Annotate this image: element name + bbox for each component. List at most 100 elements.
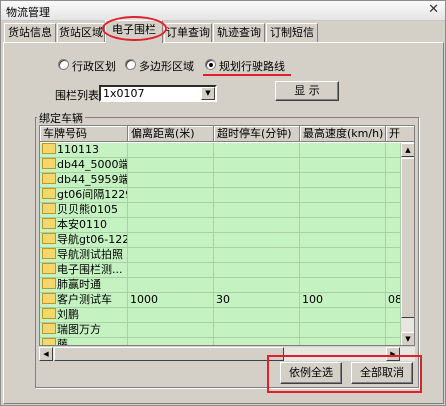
- tab-station-area[interactable]: 货站区域: [57, 23, 105, 42]
- plate-cell[interactable]: 刘鹏: [40, 308, 128, 323]
- table-cell[interactable]: [300, 218, 386, 233]
- table-cell[interactable]: [386, 278, 401, 293]
- plate-cell[interactable]: 瑞图万方: [40, 323, 128, 338]
- close-icon[interactable]: ✕: [428, 3, 439, 17]
- table-cell[interactable]: [386, 188, 401, 203]
- table-cell[interactable]: [128, 308, 214, 323]
- radio-admin-division[interactable]: [58, 59, 69, 70]
- table-cell[interactable]: [300, 173, 386, 188]
- table-cell[interactable]: [128, 203, 214, 218]
- column-header-open[interactable]: 开: [386, 126, 414, 142]
- table-cell[interactable]: [386, 308, 401, 323]
- table-row[interactable]: 藤: [40, 338, 401, 345]
- table-cell[interactable]: [214, 218, 300, 233]
- table-cell[interactable]: [300, 323, 386, 338]
- plate-cell[interactable]: 贝贝熊0105: [40, 203, 128, 218]
- scroll-up-icon[interactable]: ▲: [401, 143, 414, 157]
- table-cell[interactable]: [128, 323, 214, 338]
- table-cell[interactable]: [128, 233, 214, 248]
- table-cell[interactable]: [386, 248, 401, 263]
- table-cell[interactable]: [300, 233, 386, 248]
- plate-cell[interactable]: 导航gt06-1222: [40, 233, 128, 248]
- hscroll-thumb[interactable]: [54, 347, 284, 361]
- table-cell[interactable]: [128, 143, 214, 158]
- table-row[interactable]: 贝贝熊0105: [40, 203, 401, 218]
- plate-cell[interactable]: 导航测试拍照: [40, 248, 128, 263]
- table-cell[interactable]: [128, 263, 214, 278]
- plate-cell[interactable]: 藤: [40, 338, 128, 345]
- table-row[interactable]: 导航测试拍照: [40, 248, 401, 263]
- table-cell[interactable]: [386, 158, 401, 173]
- column-header-deviation[interactable]: 偏离距离(米): [128, 126, 214, 142]
- column-header-plate[interactable]: 车牌号码: [40, 126, 128, 142]
- table-cell[interactable]: [128, 158, 214, 173]
- table-cell[interactable]: [300, 308, 386, 323]
- table-cell[interactable]: [128, 248, 214, 263]
- radio-planned-route[interactable]: [205, 59, 216, 70]
- table-cell[interactable]: [300, 203, 386, 218]
- table-cell[interactable]: [214, 248, 300, 263]
- table-cell[interactable]: [214, 323, 300, 338]
- table-cell[interactable]: [128, 338, 214, 345]
- scroll-thumb[interactable]: [401, 158, 414, 318]
- tab-order-query[interactable]: 订单查询: [164, 23, 212, 42]
- fence-list-select[interactable]: 1x0107 ▼: [99, 85, 217, 102]
- table-cell[interactable]: [300, 263, 386, 278]
- table-cell[interactable]: [386, 203, 401, 218]
- table-cell[interactable]: [214, 188, 300, 203]
- table-cell[interactable]: [386, 338, 401, 345]
- table-row[interactable]: 刘鹏: [40, 308, 401, 323]
- table-cell[interactable]: [386, 233, 401, 248]
- table-row[interactable]: 本安0110: [40, 218, 401, 233]
- radio-polygon-area[interactable]: [125, 59, 136, 70]
- plate-cell[interactable]: gt06间隔1229: [40, 188, 128, 203]
- table-row[interactable]: db44_5000端口: [40, 158, 401, 173]
- table-cell[interactable]: [300, 248, 386, 263]
- table-cell[interactable]: [128, 218, 214, 233]
- table-cell[interactable]: [214, 158, 300, 173]
- column-header-overtime-stop[interactable]: 超时停车(分钟): [214, 126, 300, 142]
- tab-station-info[interactable]: 货站信息: [4, 23, 56, 42]
- table-cell[interactable]: [214, 173, 300, 188]
- table-row[interactable]: 肺赢时通: [40, 278, 401, 293]
- table-cell[interactable]: [386, 173, 401, 188]
- table-cell[interactable]: [214, 143, 300, 158]
- table-cell[interactable]: [300, 158, 386, 173]
- table-row[interactable]: gt06间隔1229: [40, 188, 401, 203]
- table-row[interactable]: 瑞图万方: [40, 323, 401, 338]
- table-cell[interactable]: [214, 203, 300, 218]
- table-cell[interactable]: [386, 323, 401, 338]
- table-cell[interactable]: 08: [386, 293, 401, 308]
- table-cell[interactable]: [300, 188, 386, 203]
- table-cell[interactable]: [214, 278, 300, 293]
- table-cell[interactable]: 100: [300, 293, 386, 308]
- vertical-scrollbar[interactable]: ▲ ▼: [401, 143, 414, 345]
- tab-custom-sms[interactable]: 订制短信: [266, 23, 318, 42]
- column-header-max-speed[interactable]: 最高速度(km/h): [300, 126, 386, 142]
- table-cell[interactable]: 1000: [128, 293, 214, 308]
- table-row[interactable]: db44_5959端口: [40, 173, 401, 188]
- tab-track-query[interactable]: 轨迹查询: [213, 23, 265, 42]
- select-all-button[interactable]: 依例全选: [280, 362, 342, 384]
- table-cell[interactable]: [300, 338, 386, 345]
- table-cell[interactable]: [300, 143, 386, 158]
- plate-cell[interactable]: 客户测试车: [40, 293, 128, 308]
- cancel-all-button[interactable]: 全部取消: [351, 362, 413, 384]
- show-button[interactable]: 显 示: [275, 81, 339, 101]
- chevron-down-icon[interactable]: ▼: [201, 87, 215, 100]
- table-cell[interactable]: [214, 263, 300, 278]
- table-cell[interactable]: [300, 278, 386, 293]
- table-cell[interactable]: [386, 143, 401, 158]
- table-cell[interactable]: [386, 263, 401, 278]
- plate-cell[interactable]: 110113: [40, 143, 128, 158]
- plate-cell[interactable]: db44_5959端口: [40, 173, 128, 188]
- table-row[interactable]: 客户测试车 1000 30 100 08: [40, 293, 401, 308]
- plate-cell[interactable]: 肺赢时通: [40, 278, 128, 293]
- plate-cell[interactable]: 电子围栏测...: [40, 263, 128, 278]
- plate-cell[interactable]: db44_5000端口: [40, 158, 128, 173]
- table-cell[interactable]: [128, 278, 214, 293]
- table-row[interactable]: 110113: [40, 143, 401, 158]
- table-row[interactable]: 导航gt06-1222: [40, 233, 401, 248]
- table-cell[interactable]: 30: [214, 293, 300, 308]
- scroll-down-icon[interactable]: ▼: [401, 332, 414, 345]
